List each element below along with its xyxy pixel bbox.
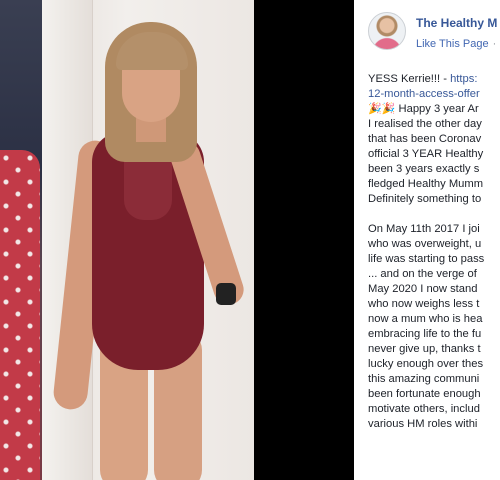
post-line: fledged Healthy Mumm [368, 178, 484, 190]
post-paragraph-2: On May 11th 2017 I joi who was overweigh… [368, 222, 500, 432]
post-line: lucky enough over thes [368, 358, 484, 370]
page-avatar[interactable] [368, 12, 406, 50]
post-line: been fortunate enough [368, 388, 481, 400]
post-line: motivate others, includ [368, 403, 480, 415]
post-body: YESS Kerrie!!! - https: 12-month-access-… [368, 72, 500, 447]
post-line: On May 11th 2017 I joi [368, 223, 480, 235]
post-line: May 2020 I now stand [368, 283, 478, 295]
post-line: never give up, thanks t [368, 343, 481, 355]
post-link[interactable]: https: [450, 73, 477, 85]
post-text: Happy 3 year Ar [395, 103, 479, 115]
post-line: been 3 years exactly s [368, 163, 480, 175]
post-text: YESS Kerrie!!! - [368, 73, 451, 85]
after-photo [42, 0, 254, 480]
post-line: official 3 YEAR Healthy [368, 148, 484, 160]
party-popper-icon: 🎉🎉 [368, 103, 396, 115]
post-photo[interactable] [0, 0, 354, 480]
post-panel: The Healthy M Like This Page · YESS Kerri… [354, 0, 500, 480]
post-header: The Healthy M Like This Page · [368, 12, 500, 52]
post-line: who now weighs less t [368, 298, 480, 310]
post-line: that has been Coronav [368, 133, 482, 145]
post-line: life was starting to pass [368, 253, 485, 265]
floral-dress [0, 150, 40, 480]
post-paragraph-1: YESS Kerrie!!! - https: 12-month-access-… [368, 72, 500, 207]
post-line: I realised the other day [368, 118, 482, 130]
post-line: ... and on the verge of [368, 268, 477, 280]
post-line: Definitely something to [368, 193, 482, 205]
post-line: now a mum who is hea [368, 313, 483, 325]
post-line: 🎉🎉 Happy 3 year Ar [368, 102, 500, 117]
watch [216, 283, 236, 305]
like-page-label[interactable]: Like This Page [416, 38, 489, 50]
post-line: this amazing communi [368, 373, 480, 385]
post-line: various HM roles withi [368, 418, 478, 430]
before-photo [0, 0, 42, 480]
post-line: embracing life to the fu [368, 328, 482, 340]
page-name[interactable]: The Healthy M [416, 16, 497, 30]
like-page-link[interactable]: Like This Page · [416, 38, 496, 50]
post-line: who was overweight, u [368, 238, 482, 250]
like-separator: · [492, 38, 497, 50]
post-line: YESS Kerrie!!! - https: [368, 72, 500, 87]
post-link[interactable]: 12-month-access-offer [368, 87, 500, 102]
